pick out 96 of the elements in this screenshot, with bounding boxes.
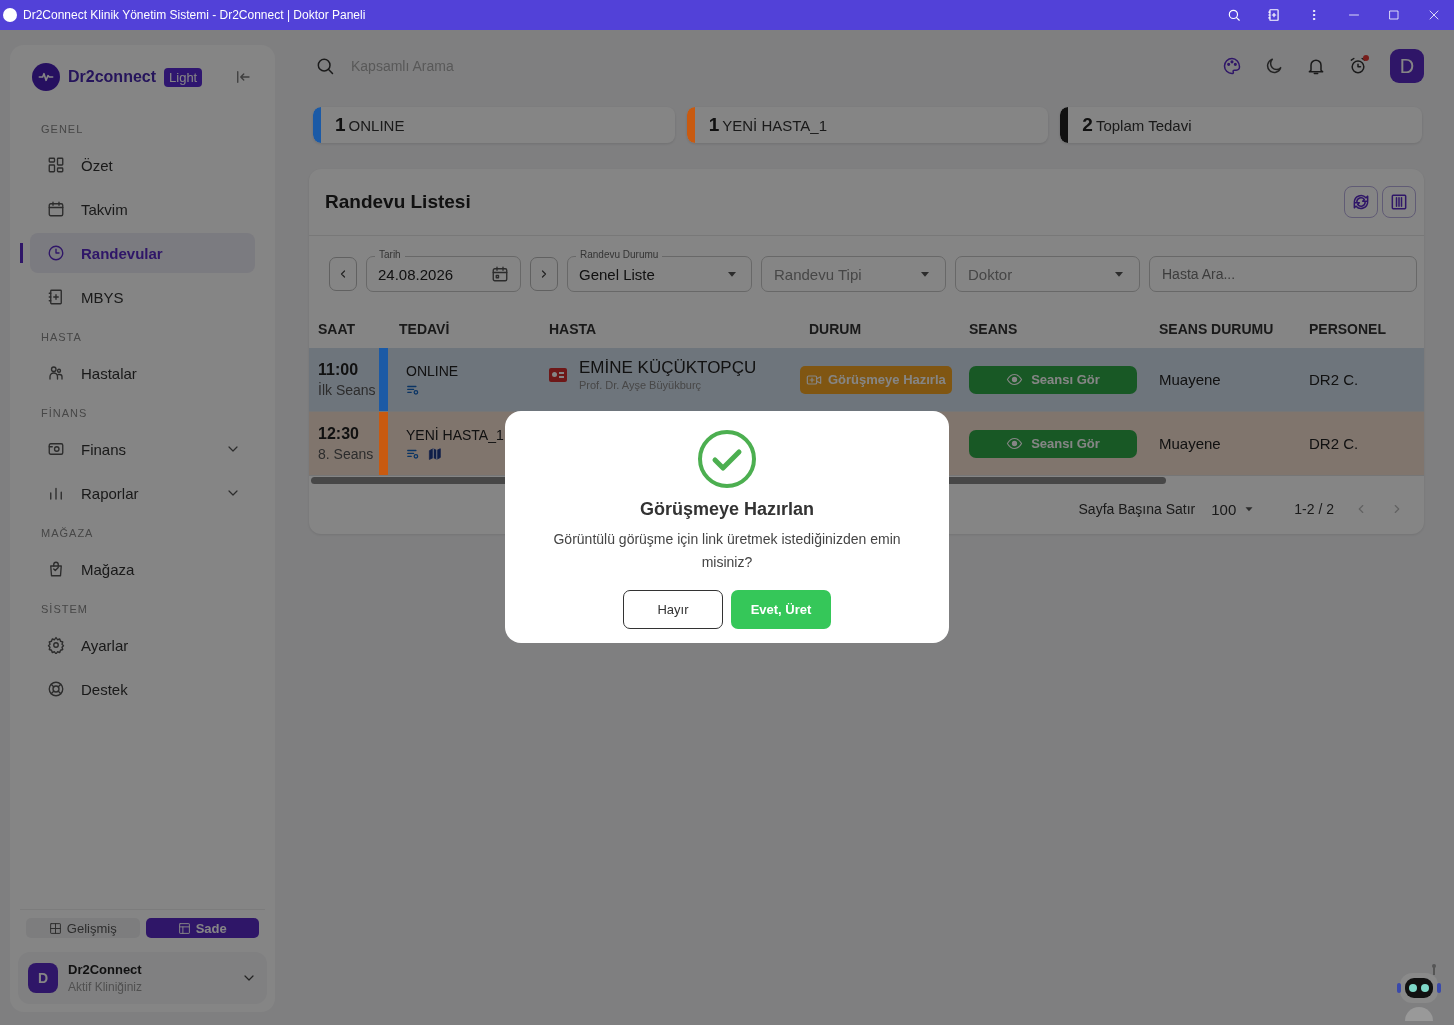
status-badge: Görüşmeye Hazırla	[800, 365, 952, 394]
page-range: 1-2 / 2	[1294, 501, 1334, 517]
column-header: SAAT	[317, 320, 357, 339]
sidebar-item[interactable]: Mağaza	[30, 549, 255, 589]
section-heading: GENEL	[40, 122, 85, 137]
treatment-name: YENİ HASTA_1	[406, 426, 505, 443]
patient-search-field[interactable]: Hasta Ara...	[1149, 256, 1417, 292]
brand-name: Dr2connect	[68, 68, 157, 86]
field-label: Randevu Durumu	[576, 249, 663, 260]
app-logo-icon	[3, 8, 17, 22]
field-value: 24.08.2026	[378, 265, 454, 283]
staff-name: DR2 C.	[1309, 435, 1360, 452]
field-placeholder: Doktor	[968, 265, 1013, 283]
column-header: PERSONEL	[1308, 320, 1387, 339]
status-select[interactable]: Randevu Durumu Genel Liste	[567, 248, 752, 292]
view-mode-button[interactable]: Sade	[145, 918, 259, 938]
columns-icon	[1389, 192, 1409, 212]
field-value: Genel Liste	[579, 265, 655, 283]
user-avatar[interactable]: D	[1390, 49, 1424, 83]
sidebar-item[interactable]: MBYS	[30, 277, 255, 317]
section-heading: MAĞAZA	[40, 526, 95, 541]
grid-layout-icon	[48, 921, 62, 935]
rows-per-page-label: Sayfa Başına Satır	[1078, 501, 1196, 517]
treatment-name: ONLINE	[406, 362, 460, 379]
lifebuoy-icon	[47, 680, 65, 698]
bag-icon	[47, 560, 65, 578]
session-number: 8. Seans	[318, 446, 375, 462]
dialog-message: Görüntülü görüşme için link üretmek istediğinizden emin misiniz?	[552, 529, 902, 572]
close-icon[interactable]	[1428, 9, 1440, 21]
clinic-name: Dr2Connect	[68, 962, 143, 977]
sidebar-item[interactable]: Ayarlar	[30, 625, 255, 665]
stat-label: Toplam Tedavi	[1095, 116, 1192, 134]
palette-icon[interactable]	[1222, 56, 1242, 76]
calendar-icon	[491, 265, 509, 283]
doctor-select[interactable]: Doktor	[955, 256, 1140, 292]
field-placeholder: Randevu Tipi	[774, 265, 862, 283]
date-field[interactable]: Tarih 24.08.2026	[366, 248, 521, 292]
card-title: Randevu Listesi	[325, 191, 471, 213]
cancel-button[interactable]: Hayır	[623, 589, 723, 629]
stat-label: YENİ HASTA_1	[722, 116, 827, 134]
calendar-icon	[47, 200, 65, 218]
id-card-icon	[549, 368, 567, 382]
stat-label: ONLINE	[348, 116, 405, 134]
column-header: DURUM	[808, 320, 863, 339]
sidebar-item[interactable]: Özet	[30, 145, 255, 185]
sidebar-item[interactable]: Raporlar	[30, 473, 255, 513]
view-mode-button[interactable]: Gelişmiş	[26, 918, 140, 938]
patient-name: EMİNE KÜÇÜKTOPÇU	[579, 358, 757, 378]
brand-logo-icon	[32, 63, 60, 91]
column-header: TEDAVİ	[398, 320, 451, 339]
session-status: Muayene	[1159, 435, 1222, 452]
maximize-icon[interactable]	[1388, 9, 1400, 21]
eye-icon	[1006, 371, 1024, 388]
sidebar-item[interactable]: Hastalar	[30, 353, 255, 393]
clock-icon	[47, 244, 65, 262]
window-title: Dr2Connect Klinik Yönetim Sistemi - Dr2Connect | Doktor Paneli	[23, 8, 366, 22]
eye-icon	[1006, 435, 1024, 452]
column-header: SEANS DURUMU	[1158, 320, 1275, 339]
money-icon	[47, 440, 65, 458]
collapse-sidebar-icon[interactable]	[234, 68, 253, 86]
notebook-icon	[47, 288, 65, 306]
search-icon[interactable]	[315, 56, 335, 76]
field-label: Tarih	[375, 249, 405, 260]
refresh-icon	[1351, 192, 1371, 212]
dark-mode-icon[interactable]	[1264, 56, 1284, 76]
people-icon	[47, 364, 65, 382]
staff-name: DR2 C.	[1309, 371, 1360, 388]
section-heading: SİSTEM	[40, 602, 89, 617]
column-header: SEANS	[968, 320, 1019, 339]
appointment-time: 12:30	[318, 425, 360, 443]
columns-button[interactable]	[1382, 186, 1416, 218]
section-heading: FİNANS	[40, 406, 89, 421]
layout-icon	[177, 921, 191, 935]
sidebar-item[interactable]: Destek	[30, 669, 255, 709]
refresh-button[interactable]	[1344, 186, 1378, 218]
dialog-title: Görüşmeye Hazırlan	[639, 498, 815, 520]
success-check-icon	[697, 428, 757, 489]
clinic-avatar: D	[28, 963, 58, 993]
alarm-clock-icon[interactable]	[1348, 56, 1368, 76]
appointment-time: 11:00	[318, 361, 360, 379]
session-number: İlk Seans	[318, 382, 377, 398]
stat-count: 2	[1082, 114, 1093, 136]
grid-icon	[47, 156, 65, 174]
notification-icon[interactable]	[1306, 56, 1326, 76]
stat-count: 1	[335, 114, 346, 136]
session-status: Muayene	[1159, 371, 1222, 388]
section-heading: HASTA	[40, 330, 83, 345]
column-header: HASTA	[548, 320, 598, 339]
sidebar-item[interactable]: Takvim	[30, 189, 255, 229]
theme-badge: Light	[164, 67, 203, 87]
stat-count: 1	[708, 114, 720, 136]
map-icon[interactable]	[428, 446, 442, 461]
rows-per-page-select[interactable]: 100	[1211, 500, 1257, 518]
type-select[interactable]: Randevu Tipi	[761, 256, 946, 292]
sidebar-item[interactable]: Finans	[30, 429, 255, 469]
settings-icon	[47, 636, 65, 654]
